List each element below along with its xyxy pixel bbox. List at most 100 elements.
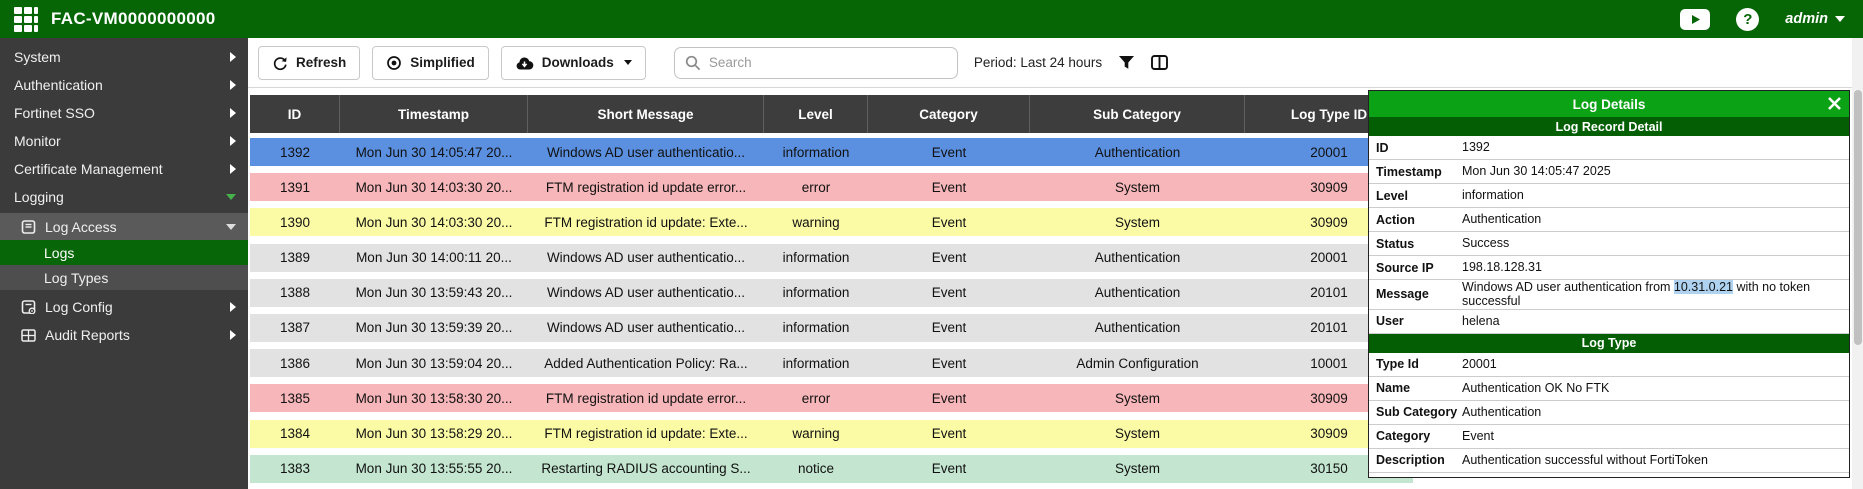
cell-category: Event: [868, 208, 1030, 236]
sidebar-item[interactable]: Authentication: [0, 71, 248, 99]
simplified-button[interactable]: Simplified: [372, 46, 489, 80]
detail-field-row: Action Authentication: [1369, 208, 1849, 232]
admin-user-menu[interactable]: admin: [1785, 11, 1845, 27]
sidebar-item[interactable]: Audit Reports: [0, 321, 248, 349]
hostname-title: FAC-VM0000000000: [51, 9, 216, 29]
cell-id: 1388: [250, 279, 340, 307]
cell-short-message: Windows AD user authenticatio...: [528, 244, 764, 272]
cell-timestamp: Mon Jun 30 13:58:30 20...: [340, 384, 528, 412]
table-row[interactable]: 1390 Mon Jun 30 14:03:30 20... FTM regis…: [250, 208, 1413, 236]
cell-short-message: FTM registration id update error...: [528, 173, 764, 201]
search-icon: [685, 55, 701, 71]
chevron-icon: [230, 80, 236, 90]
table-header-cell[interactable]: Category: [868, 95, 1030, 133]
sidebar-item[interactable]: Monitor: [0, 127, 248, 155]
chevron-icon: [230, 52, 236, 62]
detail-field-label: Source IP: [1369, 261, 1462, 275]
help-button[interactable]: ?: [1736, 8, 1759, 31]
sidebar-item-log-access[interactable]: Log Access: [0, 213, 248, 240]
sidebar-item[interactable]: Logging: [0, 183, 248, 211]
detail-field-value: Authentication successful without FortiT…: [1462, 453, 1849, 467]
detail-field-row-message: Message Windows AD user authentication f…: [1369, 280, 1849, 310]
detail-field-value: 1392: [1462, 140, 1849, 154]
table-header-cell[interactable]: Short Message: [528, 95, 764, 133]
detail-field-label: Level: [1369, 189, 1462, 203]
admin-username: admin: [1785, 11, 1828, 27]
panel-title-bar: Log Details: [1369, 91, 1849, 117]
table-header-cell[interactable]: Sub Category: [1030, 95, 1245, 133]
detail-field-label: User: [1369, 314, 1462, 328]
detail-field-row: Status Success: [1369, 232, 1849, 256]
apps-grid-icon[interactable]: [14, 7, 38, 32]
table-row[interactable]: 1386 Mon Jun 30 13:59:04 20... Added Aut…: [250, 349, 1413, 377]
cell-category: Event: [868, 138, 1030, 166]
detail-field-value: Authentication: [1462, 212, 1849, 226]
cell-id: 1390: [250, 208, 340, 236]
cell-id: 1383: [250, 455, 340, 483]
table-row[interactable]: 1385 Mon Jun 30 13:58:30 20... FTM regis…: [250, 384, 1413, 412]
cell-sub-category: Admin Configuration: [1030, 349, 1245, 377]
chevron-icon: [230, 302, 236, 312]
cell-id: 1387: [250, 314, 340, 342]
sidebar-subitem[interactable]: Logs: [0, 240, 248, 265]
detail-field-row: Type Id 20001: [1369, 353, 1849, 377]
close-icon[interactable]: [1827, 96, 1842, 111]
cell-short-message: FTM registration id update: Exte...: [528, 208, 764, 236]
log-details-panel: Log Details Log Record Detail ID 1392 Ti…: [1368, 90, 1850, 478]
table-row[interactable]: 1389 Mon Jun 30 14:00:11 20... Windows A…: [250, 244, 1413, 272]
chevron-down-icon: [226, 224, 236, 230]
table-row[interactable]: 1384 Mon Jun 30 13:58:29 20... FTM regis…: [250, 420, 1413, 448]
chevron-icon: [230, 164, 236, 174]
sidebar-subitem-label: Logs: [44, 245, 74, 261]
table-header-cell[interactable]: Timestamp: [340, 95, 528, 133]
filter-funnel-icon[interactable]: [1118, 55, 1135, 70]
top-bar: FAC-VM0000000000 ? admin: [0, 0, 1863, 38]
sidebar-item[interactable]: Log Config: [0, 293, 248, 321]
table-row[interactable]: 1392 Mon Jun 30 14:05:47 20... Windows A…: [250, 138, 1413, 166]
sidebar-item[interactable]: Certificate Management: [0, 155, 248, 183]
record-section-header: Log Record Detail: [1369, 117, 1849, 136]
cell-short-message: Windows AD user authenticatio...: [528, 314, 764, 342]
sidebar-item-label: System: [14, 49, 230, 65]
video-tutorials-icon: [1680, 9, 1710, 30]
cell-short-message: Added Authentication Policy: Ra...: [528, 349, 764, 377]
detail-field-label: Type Id: [1369, 357, 1462, 371]
cell-sub-category: System: [1030, 173, 1245, 201]
detail-field-label: Timestamp: [1369, 165, 1462, 179]
sidebar-item-label: Monitor: [14, 133, 230, 149]
cell-category: Event: [868, 455, 1030, 483]
vertical-scrollbar[interactable]: [1852, 38, 1863, 489]
table-row[interactable]: 1391 Mon Jun 30 14:03:30 20... FTM regis…: [250, 173, 1413, 201]
table-header-cell[interactable]: Level: [764, 95, 868, 133]
search-input[interactable]: [709, 55, 947, 70]
cell-category: Event: [868, 349, 1030, 377]
cell-sub-category: System: [1030, 455, 1245, 483]
detail-field-value: Event: [1462, 429, 1849, 443]
refresh-button[interactable]: Refresh: [258, 46, 360, 80]
chevron-icon: [230, 330, 236, 340]
table-row[interactable]: 1388 Mon Jun 30 13:59:43 20... Windows A…: [250, 279, 1413, 307]
log-table: IDTimestampShort MessageLevelCategorySub…: [250, 95, 1413, 483]
scrollbar-thumb[interactable]: [1854, 90, 1862, 345]
table-row[interactable]: 1387 Mon Jun 30 13:59:39 20... Windows A…: [250, 314, 1413, 342]
cell-id: 1391: [250, 173, 340, 201]
sidebar-subitem[interactable]: Log Types: [0, 265, 248, 290]
sidebar-item[interactable]: System: [0, 43, 248, 71]
table-header-row: IDTimestampShort MessageLevelCategorySub…: [250, 95, 1413, 133]
detail-field-value: 198.18.128.31: [1462, 260, 1849, 274]
sidebar-item-label: Logging: [14, 189, 226, 205]
video-tutorials-button[interactable]: [1680, 9, 1710, 30]
sidebar-item-label: Audit Reports: [45, 327, 221, 343]
cell-timestamp: Mon Jun 30 13:59:43 20...: [340, 279, 528, 307]
sidebar-item[interactable]: Fortinet SSO: [0, 99, 248, 127]
cell-short-message: Restarting RADIUS accounting S...: [528, 455, 764, 483]
cell-timestamp: Mon Jun 30 13:59:04 20...: [340, 349, 528, 377]
downloads-button[interactable]: Downloads: [501, 46, 646, 80]
sidebar-subitem-label: Log Types: [44, 270, 108, 286]
cell-category: Event: [868, 384, 1030, 412]
table-header-cell[interactable]: ID: [250, 95, 340, 133]
table-row[interactable]: 1383 Mon Jun 30 13:55:55 20... Restartin…: [250, 455, 1413, 483]
cloud-download-icon: [515, 56, 534, 70]
columns-icon[interactable]: [1151, 55, 1168, 70]
cell-level: information: [764, 314, 868, 342]
